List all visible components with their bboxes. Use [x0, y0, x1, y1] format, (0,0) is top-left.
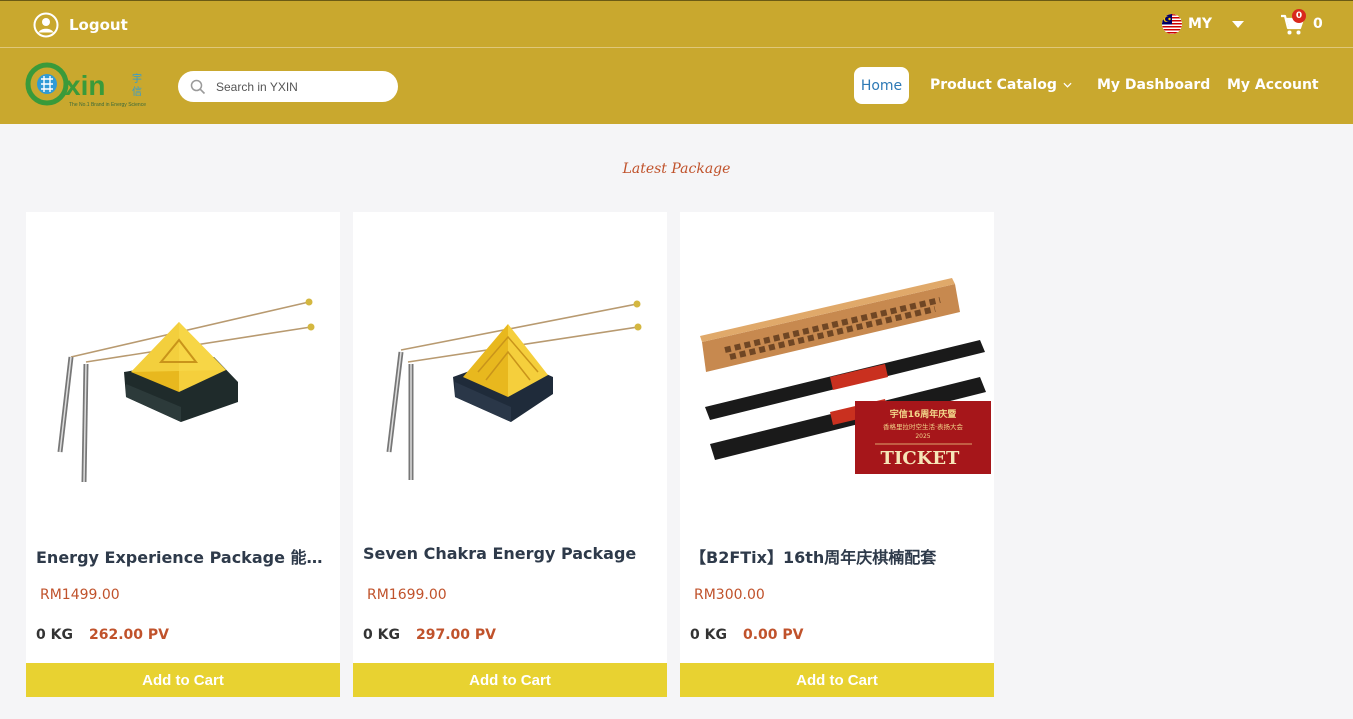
product-pv: 297.00 PV	[416, 627, 496, 643]
product-pv: 262.00 PV	[89, 627, 169, 643]
product-price: RM300.00	[694, 587, 765, 603]
product-price: RM1699.00	[367, 587, 447, 603]
product-name[interactable]: Seven Chakra Energy Package	[363, 544, 659, 563]
search-input[interactable]	[216, 79, 386, 94]
nav-product-catalog-label: Product Catalog	[930, 77, 1057, 93]
country-code: MY	[1188, 16, 1213, 32]
product-pv: 0.00 PV	[743, 627, 804, 643]
nav-product-catalog[interactable]: Product Catalog	[930, 77, 1072, 93]
malaysia-flag-icon	[1162, 14, 1182, 34]
logout-label: Logout	[69, 16, 128, 34]
yxin-logo[interactable]: xin 宇 信 The No.1 Brand in Energy Science	[25, 62, 150, 110]
logout-button[interactable]: Logout	[33, 12, 128, 38]
product-name[interactable]: 【B2FTix】16th周年庆棋楠配套	[690, 544, 986, 568]
search-icon	[190, 79, 206, 94]
nav-home[interactable]: Home	[854, 67, 909, 104]
product-name[interactable]: Energy Experience Package 能量体验配套	[36, 544, 332, 568]
cart-count: 0	[1313, 16, 1323, 32]
cart-button[interactable]: 0 0	[1279, 9, 1323, 37]
product-card[interactable]: Energy Experience Package 能量体验配套 RM1499.…	[26, 212, 340, 697]
add-to-cart-button[interactable]: Add to Cart	[26, 663, 340, 697]
svg-text:信: 信	[132, 86, 142, 98]
svg-text:宇信16周年庆暨: 宇信16周年庆暨	[890, 408, 957, 420]
product-image[interactable]	[26, 212, 340, 532]
product-card[interactable]: Seven Chakra Energy Package RM1699.00 0 …	[353, 212, 667, 697]
add-to-cart-button[interactable]: Add to Cart	[353, 663, 667, 697]
svg-text:2025: 2025	[915, 433, 930, 440]
user-circle-icon	[33, 12, 59, 38]
search-bar[interactable]	[178, 71, 398, 102]
country-selector[interactable]: MY	[1162, 14, 1245, 34]
nav-my-dashboard[interactable]: My Dashboard	[1097, 77, 1210, 93]
svg-text:香格里拉时空生活·表扬大会: 香格里拉时空生活·表扬大会	[883, 422, 964, 431]
nav-my-account[interactable]: My Account	[1227, 77, 1319, 93]
caret-down-icon	[1232, 20, 1245, 28]
svg-text:TICKET: TICKET	[881, 448, 961, 469]
nav-bar: xin 宇 信 The No.1 Brand in Energy Science…	[0, 48, 1353, 124]
product-price: RM1499.00	[40, 587, 120, 603]
svg-text:The No.1 Brand in Energy Scien: The No.1 Brand in Energy Science	[69, 102, 146, 108]
cart-badge: 0	[1292, 9, 1306, 23]
chevron-down-icon	[1063, 82, 1072, 88]
svg-text:xin: xin	[65, 70, 105, 101]
section-title: Latest Package	[622, 161, 731, 177]
top-bar: Logout MY 0 0	[0, 0, 1353, 48]
product-image[interactable]: 宇信16周年庆暨 香格里拉时空生活·表扬大会 2025 TICKET	[680, 212, 994, 532]
product-weight: 0 KG	[690, 627, 727, 643]
product-image[interactable]	[353, 212, 667, 532]
product-weight: 0 KG	[363, 627, 400, 643]
svg-text:宇: 宇	[132, 72, 142, 85]
add-to-cart-button[interactable]: Add to Cart	[680, 663, 994, 697]
product-card[interactable]: 宇信16周年庆暨 香格里拉时空生活·表扬大会 2025 TICKET 【B2FT…	[680, 212, 994, 697]
product-weight: 0 KG	[36, 627, 73, 643]
